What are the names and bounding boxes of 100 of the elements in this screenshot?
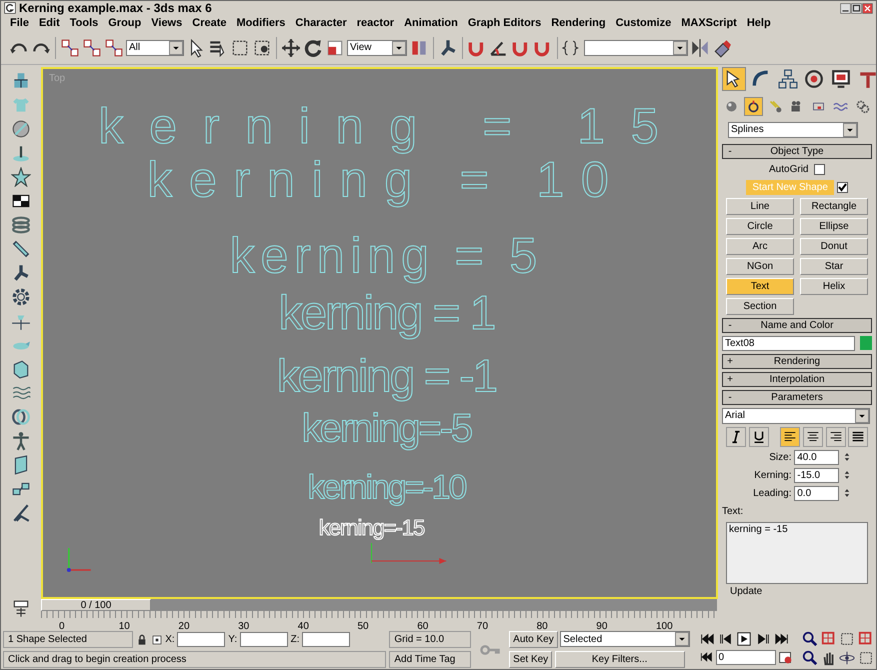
shapes-icon[interactable]: [746, 98, 761, 114]
display-monitor-icon[interactable]: [831, 69, 851, 89]
menu-item[interactable]: Edit: [34, 14, 65, 32]
knot-icon[interactable]: [11, 407, 31, 427]
object-type-button[interactable]: Rectangle: [800, 198, 868, 215]
coordinate-label: X:: [165, 633, 175, 647]
previous-frame-icon[interactable]: [718, 631, 734, 647]
pan-hand-icon[interactable]: [820, 650, 836, 666]
object-type-button[interactable]: Section: [726, 298, 794, 315]
category-dropdown[interactable]: Splines: [728, 122, 858, 138]
gears-icon[interactable]: [854, 98, 870, 114]
go-to-start-icon[interactable]: [698, 631, 715, 647]
expand-track-icon[interactable]: [11, 599, 31, 619]
object-type-button[interactable]: Donut: [800, 238, 868, 255]
text-area[interactable]: kerning = -15: [726, 522, 868, 584]
rollout-header[interactable]: - Parameters: [722, 390, 872, 405]
name-field[interactable]: Text08: [722, 336, 854, 351]
object-type-button[interactable]: Arc: [726, 238, 794, 255]
object-type-button[interactable]: Star: [800, 258, 868, 275]
link-icon[interactable]: [60, 38, 80, 58]
figure-icon[interactable]: [11, 431, 31, 451]
menu-item[interactable]: Tools: [64, 14, 104, 32]
absolute-mode-icon[interactable]: [150, 634, 162, 646]
rollout-header[interactable]: + Rendering: [722, 354, 872, 369]
bind-icon[interactable]: [104, 38, 124, 58]
menu-item[interactable]: Group: [103, 14, 146, 32]
menu-item[interactable]: Graph Editors: [462, 14, 546, 32]
mirror-icon[interactable]: [690, 38, 710, 58]
maximize-button[interactable]: [851, 2, 862, 14]
zoom-extents-icon[interactable]: [839, 631, 856, 647]
region-zoom-icon[interactable]: [802, 650, 818, 666]
next-frame-icon[interactable]: [755, 631, 771, 647]
orbit-icon[interactable]: [839, 650, 856, 666]
coordinate-field[interactable]: [302, 632, 350, 647]
key-filters-button[interactable]: Key Filters...: [554, 650, 685, 668]
go-to-end-icon[interactable]: [774, 631, 790, 647]
object-type-button[interactable]: Line: [726, 198, 794, 215]
object-type-button[interactable]: Circle: [726, 218, 794, 235]
checkbox[interactable]: [814, 164, 825, 175]
menu-item[interactable]: Help: [742, 14, 776, 32]
coordinate-field[interactable]: [177, 632, 226, 647]
hierarchy-icon[interactable]: [778, 69, 798, 89]
number-field[interactable]: -15.0: [794, 468, 840, 483]
checkbox[interactable]: [836, 182, 848, 193]
object-type-button[interactable]: Ellipse: [800, 218, 868, 235]
object-type-button[interactable]: Helix: [800, 278, 868, 295]
minimize-button[interactable]: [840, 2, 851, 14]
menu-item[interactable]: reactor: [352, 14, 400, 32]
time-slider-track[interactable]: 0 / 100: [41, 599, 717, 611]
menu-item[interactable]: Views: [146, 14, 188, 32]
star-icon[interactable]: [11, 167, 31, 187]
time-slider-thumb[interactable]: 0 / 100: [41, 599, 151, 611]
menu-item[interactable]: Rendering: [546, 14, 611, 32]
auto-key-button[interactable]: Auto Key: [509, 631, 558, 648]
object-type-button[interactable]: Text: [726, 278, 794, 295]
time-configuration-icon[interactable]: [778, 650, 794, 665]
tick-label: 30: [238, 620, 250, 634]
menu-item[interactable]: File: [5, 14, 34, 32]
zoom-icon[interactable]: [802, 631, 818, 647]
gear-icon[interactable]: [11, 287, 31, 307]
selection-filter-dropdown[interactable]: All: [126, 40, 184, 56]
move-icon[interactable]: [281, 38, 301, 58]
rollout-header[interactable]: - Object Type: [722, 144, 872, 159]
tick-label: 70: [476, 620, 488, 634]
number-field[interactable]: 0.0: [794, 486, 840, 501]
coil-icon[interactable]: [11, 215, 31, 235]
menu-item[interactable]: MAXScript: [676, 14, 742, 32]
boxes-icon[interactable]: [11, 359, 31, 379]
menu-item[interactable]: Create: [187, 14, 232, 32]
menu-item[interactable]: Modifiers: [232, 14, 290, 32]
coordinate-field[interactable]: [240, 632, 288, 647]
named-selection-dropdown[interactable]: [584, 40, 688, 56]
lock-icon[interactable]: [136, 634, 148, 646]
key-mode-toggle-icon[interactable]: [698, 650, 713, 664]
sphere-icon[interactable]: [11, 119, 31, 139]
color-swatch[interactable]: [860, 336, 872, 350]
maximize-viewport-icon[interactable]: [858, 650, 874, 666]
menu-item[interactable]: Customize: [610, 14, 676, 32]
unlink-icon[interactable]: [82, 38, 102, 58]
font-dropdown[interactable]: Arial: [722, 408, 870, 424]
close-button[interactable]: [862, 2, 873, 14]
menu-item[interactable]: Character: [290, 14, 352, 32]
dropdown-value: Splines: [731, 123, 764, 138]
track-bar[interactable]: 0 10 20 30 40 50 60 70 80 90 100: [41, 611, 717, 631]
play-icon[interactable]: [736, 631, 752, 647]
reference-coordinate-dropdown[interactable]: View: [347, 40, 407, 56]
object-type-button[interactable]: NGon: [726, 258, 794, 275]
key-mode-dropdown[interactable]: Selected: [560, 631, 690, 647]
number-field[interactable]: 40.0: [794, 450, 840, 465]
frame-field[interactable]: 0: [716, 650, 776, 665]
motion-wheel-icon[interactable]: [804, 69, 824, 89]
tube-icon[interactable]: [11, 239, 31, 259]
set-key-button[interactable]: Set Key: [509, 650, 552, 668]
menu-item[interactable]: Animation: [399, 14, 463, 32]
rollout-header[interactable]: + Interpolation: [722, 372, 872, 387]
rollout-header[interactable]: - Name and Color: [722, 318, 872, 333]
rotate-icon[interactable]: [303, 38, 323, 58]
add-time-tag-button[interactable]: Add Time Tag: [389, 650, 471, 668]
sphere-icon[interactable]: [724, 98, 739, 114]
light-icon[interactable]: [768, 98, 782, 114]
